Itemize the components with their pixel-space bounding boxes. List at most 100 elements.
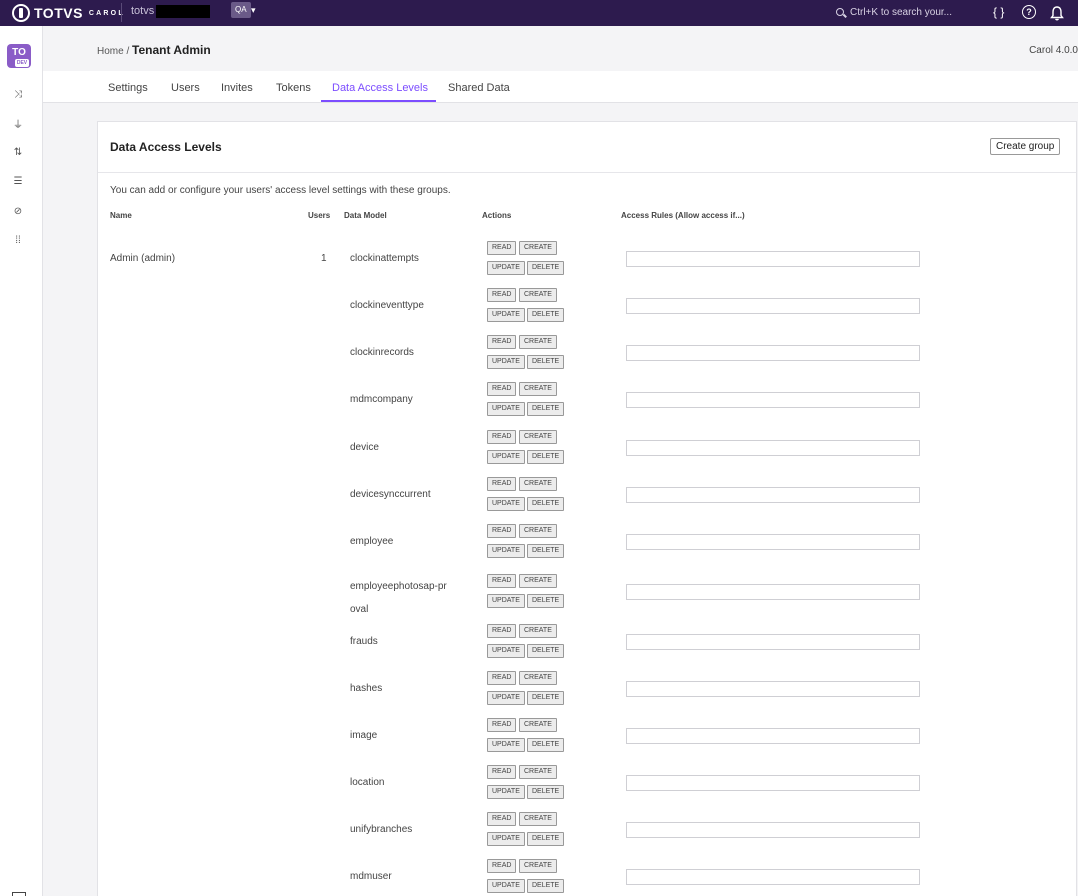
access-rule-input[interactable] xyxy=(626,298,920,314)
create-permission-button[interactable]: CREATE xyxy=(519,335,557,349)
update-permission-button[interactable]: UPDATE xyxy=(487,879,525,893)
read-permission-button[interactable]: READ xyxy=(487,430,517,444)
create-permission-button[interactable]: CREATE xyxy=(519,524,557,538)
tenant-name[interactable]: totvs xyxy=(131,5,154,17)
tab-invites[interactable]: Invites xyxy=(221,82,253,94)
read-permission-button[interactable]: READ xyxy=(487,718,517,732)
update-permission-button[interactable]: UPDATE xyxy=(487,644,525,658)
access-rule-input[interactable] xyxy=(626,869,920,885)
active-tab-indicator xyxy=(321,100,436,102)
delete-permission-button[interactable]: DELETE xyxy=(527,594,565,608)
update-permission-button[interactable]: UPDATE xyxy=(487,832,525,846)
tab-settings[interactable]: Settings xyxy=(108,82,148,94)
action-buttons: READ CREATE UPDATE DELETE xyxy=(487,382,569,418)
read-permission-button[interactable]: READ xyxy=(487,382,517,396)
update-permission-button[interactable]: UPDATE xyxy=(487,594,525,608)
database-icon[interactable]: ☰ xyxy=(12,175,24,187)
create-permission-button[interactable]: CREATE xyxy=(519,477,557,491)
plug-icon[interactable]: ⏚ xyxy=(12,117,24,131)
brand-logo[interactable]: TOTVS CAROL xyxy=(12,3,125,23)
create-permission-button[interactable]: CREATE xyxy=(519,671,557,685)
access-rule-input[interactable] xyxy=(626,534,920,550)
read-permission-button[interactable]: READ xyxy=(487,241,517,255)
read-permission-button[interactable]: READ xyxy=(487,812,517,826)
update-permission-button[interactable]: UPDATE xyxy=(487,785,525,799)
read-permission-button[interactable]: READ xyxy=(487,477,517,491)
update-permission-button[interactable]: UPDATE xyxy=(487,355,525,369)
update-permission-button[interactable]: UPDATE xyxy=(487,544,525,558)
read-permission-button[interactable]: READ xyxy=(487,765,517,779)
help-icon[interactable]: ? xyxy=(1022,5,1036,19)
delete-permission-button[interactable]: DELETE xyxy=(527,832,565,846)
delete-permission-button[interactable]: DELETE xyxy=(527,544,565,558)
access-rule-input[interactable] xyxy=(626,728,920,744)
create-permission-button[interactable]: CREATE xyxy=(519,430,557,444)
create-permission-button[interactable]: CREATE xyxy=(519,382,557,396)
update-permission-button[interactable]: UPDATE xyxy=(487,691,525,705)
apps-icon[interactable]: ⁞⁞ xyxy=(12,234,24,246)
access-rule-input[interactable] xyxy=(626,345,920,361)
delete-permission-button[interactable]: DELETE xyxy=(527,402,565,416)
delete-permission-button[interactable]: DELETE xyxy=(527,261,565,275)
read-permission-button[interactable]: READ xyxy=(487,859,517,873)
delete-permission-button[interactable]: DELETE xyxy=(527,879,565,893)
delete-permission-button[interactable]: DELETE xyxy=(527,738,565,752)
access-rule-input[interactable] xyxy=(626,775,920,791)
tab-shared-data[interactable]: Shared Data xyxy=(448,82,510,94)
create-permission-button[interactable]: CREATE xyxy=(519,574,557,588)
update-permission-button[interactable]: UPDATE xyxy=(487,402,525,416)
create-group-button[interactable]: Create group xyxy=(990,138,1061,155)
access-rule-input[interactable] xyxy=(626,392,920,408)
create-permission-button[interactable]: CREATE xyxy=(519,765,557,779)
create-permission-button[interactable]: CREATE xyxy=(519,288,557,302)
update-permission-button[interactable]: UPDATE xyxy=(487,308,525,322)
delete-permission-button[interactable]: DELETE xyxy=(527,691,565,705)
access-rule-input[interactable] xyxy=(626,584,920,600)
delete-permission-button[interactable]: DELETE xyxy=(527,308,565,322)
data-model-name: device xyxy=(350,442,379,453)
create-permission-button[interactable]: CREATE xyxy=(519,718,557,732)
create-permission-button[interactable]: CREATE xyxy=(519,812,557,826)
data-model-name: frauds xyxy=(350,636,378,647)
bell-icon[interactable] xyxy=(1050,4,1064,22)
access-rule-input[interactable] xyxy=(626,251,920,267)
tab-users[interactable]: Users xyxy=(171,82,200,94)
access-rule-input[interactable] xyxy=(626,822,920,838)
tab-tokens[interactable]: Tokens xyxy=(276,82,311,94)
tab-data-access-levels[interactable]: Data Access Levels xyxy=(332,82,428,94)
read-permission-button[interactable]: READ xyxy=(487,624,517,638)
access-rule-input[interactable] xyxy=(626,440,920,456)
environment-badge[interactable]: QA xyxy=(231,2,251,18)
access-rule-input[interactable] xyxy=(626,634,920,650)
global-search[interactable]: Ctrl+K to search your... xyxy=(836,3,952,21)
read-permission-button[interactable]: READ xyxy=(487,671,517,685)
delete-permission-button[interactable]: DELETE xyxy=(527,644,565,658)
caret-down-icon[interactable]: ▾ xyxy=(251,5,256,16)
read-permission-button[interactable]: READ xyxy=(487,524,517,538)
tenant-avatar[interactable]: TO DEV xyxy=(7,44,31,68)
breadcrumb-home[interactable]: Home xyxy=(97,46,124,57)
access-rule-input[interactable] xyxy=(626,681,920,697)
update-permission-button[interactable]: UPDATE xyxy=(487,738,525,752)
read-permission-button[interactable]: READ xyxy=(487,335,517,349)
access-rule-input[interactable] xyxy=(626,487,920,503)
update-permission-button[interactable]: UPDATE xyxy=(487,450,525,464)
delete-permission-button[interactable]: DELETE xyxy=(527,450,565,464)
update-permission-button[interactable]: UPDATE xyxy=(487,261,525,275)
create-permission-button[interactable]: CREATE xyxy=(519,241,557,255)
delete-permission-button[interactable]: DELETE xyxy=(527,785,565,799)
create-permission-button[interactable]: CREATE xyxy=(519,859,557,873)
shuffle-icon[interactable]: ⤨ xyxy=(12,88,24,100)
collapse-sidebar-icon[interactable] xyxy=(12,892,26,896)
read-permission-button[interactable]: READ xyxy=(487,574,517,588)
read-permission-button[interactable]: READ xyxy=(487,288,517,302)
update-permission-button[interactable]: UPDATE xyxy=(487,497,525,511)
create-permission-button[interactable]: CREATE xyxy=(519,624,557,638)
delete-permission-button[interactable]: DELETE xyxy=(527,355,565,369)
data-access-levels-card: Data Access Levels Create group You can … xyxy=(97,121,1077,896)
flow-icon[interactable]: ⇅ xyxy=(12,146,24,158)
compass-icon[interactable]: ⊘ xyxy=(12,205,24,217)
delete-permission-button[interactable]: DELETE xyxy=(527,497,565,511)
column-header-access-rules: Access Rules (Allow access if...) xyxy=(621,211,745,220)
braces-icon[interactable]: { } xyxy=(993,3,1004,21)
